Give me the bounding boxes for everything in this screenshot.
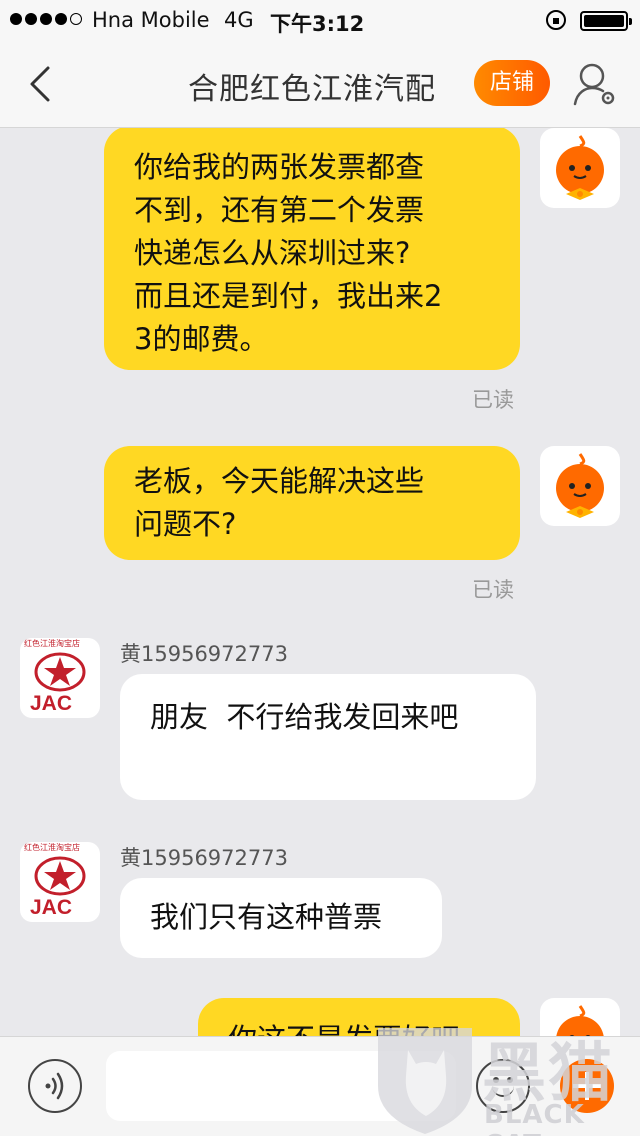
sender-name: 黄15956972773 <box>120 642 288 666</box>
outgoing-message-bubble[interactable]: 老板，今天能解决这些 问题不? <box>104 446 520 560</box>
sound-wave-icon <box>45 1072 64 1100</box>
incoming-message-bubble[interactable]: 朋友 不行给我发回来吧 <box>120 674 536 800</box>
carrier-name: Hna Mobile <box>92 8 210 32</box>
message-input[interactable] <box>106 1051 456 1121</box>
voice-input-button[interactable] <box>28 1059 82 1113</box>
shop-button[interactable]: 店铺 <box>474 60 550 106</box>
message-input-bar <box>0 1036 640 1136</box>
read-status: 已读 <box>472 578 514 602</box>
read-status: 已读 <box>472 388 514 412</box>
outgoing-message-bubble[interactable]: 你给我的两张发票都查 不到，还有第二个发票 快递怎么从深圳过来? 而且还是到付，… <box>104 128 520 370</box>
more-actions-button[interactable] <box>560 1059 614 1113</box>
signal-strength-icon <box>10 13 82 25</box>
my-avatar[interactable] <box>540 998 620 1036</box>
status-bar: Hna Mobile 4G 下午3:12 <box>0 0 640 40</box>
message-line: 朋友 不行给我发回来吧 <box>150 700 459 734</box>
shop-avatar[interactable]: 红色江淮淘宝店 JAC <box>20 842 100 922</box>
message-line: 我们只有这种普票 <box>150 900 383 934</box>
message-line: 3的邮费。 <box>134 322 269 356</box>
battery-icon <box>580 11 632 31</box>
network-type: 4G <box>224 8 254 32</box>
jac-logo-text: JAC <box>30 896 73 919</box>
jac-logo-caption: 红色江淮淘宝店 <box>24 843 80 852</box>
sender-name: 黄15956972773 <box>120 846 288 870</box>
jac-logo-text: JAC <box>30 692 73 715</box>
mascot-icon <box>556 453 604 518</box>
mascot-icon <box>556 1005 604 1036</box>
user-settings-icon[interactable] <box>572 60 618 108</box>
rotation-lock-icon <box>546 10 566 30</box>
chat-message-list[interactable]: 你给我的两张发票都查 不到，还有第二个发票 快递怎么从深圳过来? 而且还是到付，… <box>0 128 640 1036</box>
mascot-icon <box>556 135 604 200</box>
jac-logo-caption: 红色江淮淘宝店 <box>24 639 80 648</box>
clock: 下午3:12 <box>270 12 365 36</box>
my-avatar[interactable] <box>540 128 620 208</box>
chat-title: 合肥红色江淮汽配 <box>188 72 436 107</box>
message-line: 问题不? <box>134 507 237 541</box>
nav-bar: 合肥红色江淮汽配 店铺 <box>0 40 640 128</box>
shop-avatar[interactable]: 红色江淮淘宝店 JAC <box>20 638 100 718</box>
smile-icon <box>492 1085 514 1097</box>
message-line: 不到，还有第二个发票 <box>134 193 425 227</box>
emoji-button[interactable] <box>476 1059 530 1113</box>
back-arrow-icon[interactable] <box>24 64 60 104</box>
message-line: 老板，今天能解决这些 <box>134 464 425 498</box>
message-line: 而且还是到付，我出来2 <box>134 279 443 313</box>
incoming-message-bubble[interactable]: 我们只有这种普票 <box>120 878 442 958</box>
my-avatar[interactable] <box>540 446 620 526</box>
message-line: 你这不是发票好吧 <box>228 1018 490 1036</box>
message-line: 快递怎么从深圳过来? <box>134 236 411 270</box>
outgoing-message-bubble[interactable]: 你这不是发票好吧 <box>198 998 520 1036</box>
message-line: 你给我的两张发票都查 <box>134 150 425 184</box>
